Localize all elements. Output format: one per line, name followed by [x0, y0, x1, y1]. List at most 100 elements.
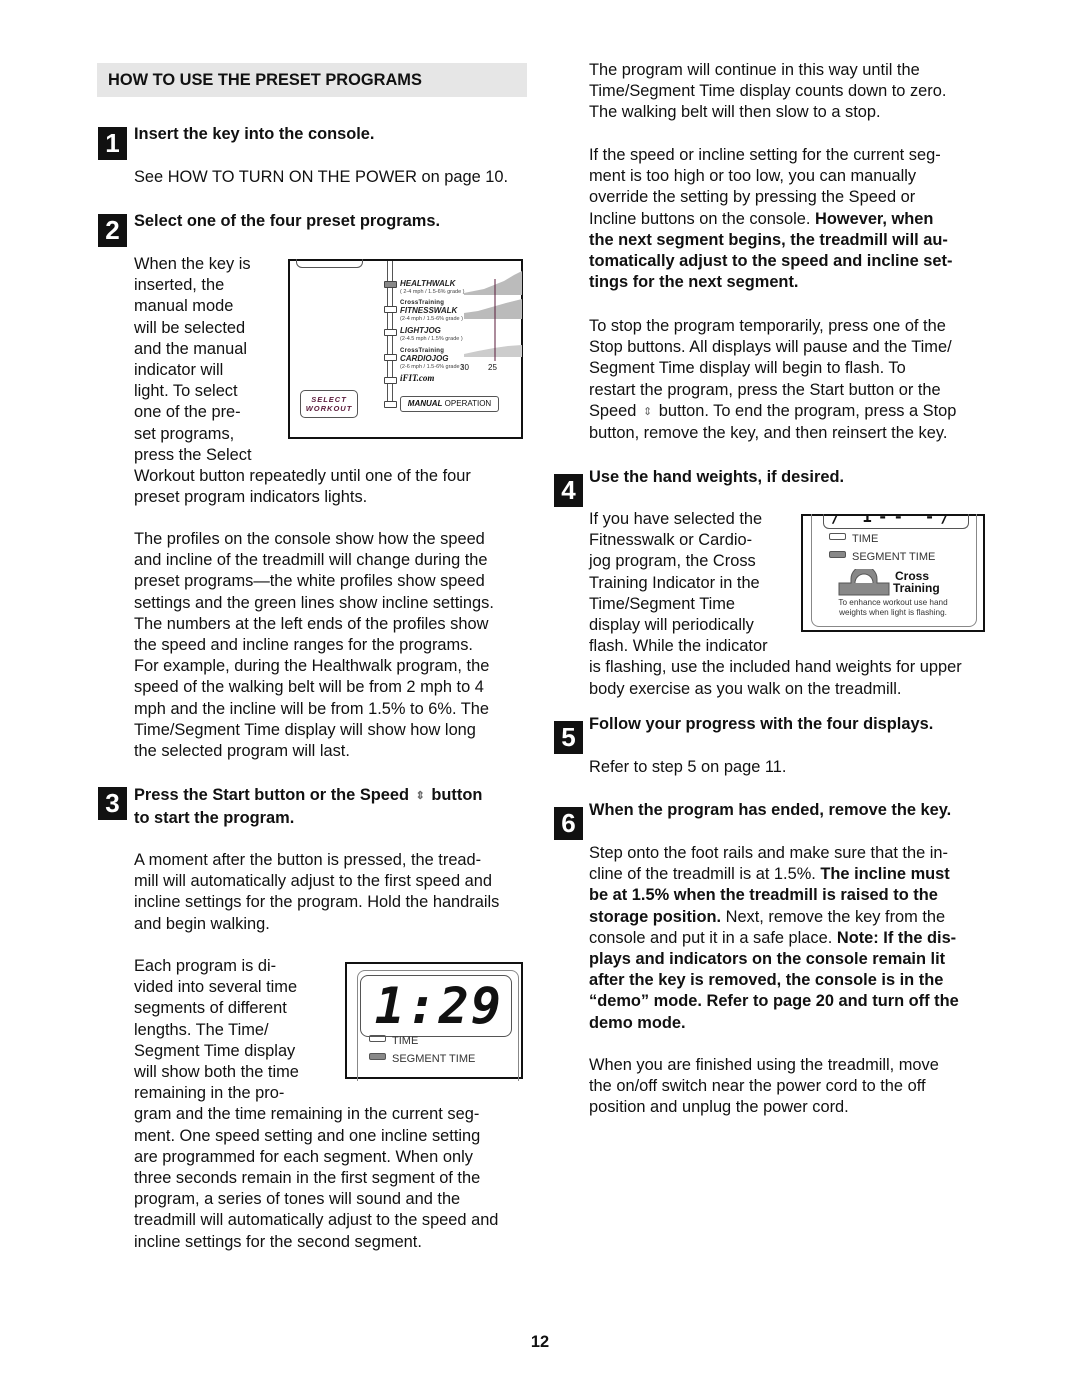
text-line: the on/off switch near the power cord to… [589, 1077, 926, 1096]
text-line: cline of the treadmill is at 1.5%. The i… [589, 864, 959, 885]
step-3-title: Press the Start button or the Speed ⇕ bu… [134, 785, 482, 829]
select-workout-button[interactable]: SELECT WORKOUT [300, 390, 358, 418]
title-text: Press the Start button or the Speed [134, 786, 410, 804]
axis-label-25: 25 [488, 363, 497, 372]
workout-label: WORKOUT [305, 404, 353, 413]
text-line: Step onto the foot rails and make sure t… [589, 843, 959, 864]
text-line: console and put it in a safe place. Note… [589, 928, 959, 949]
program-range: ( 2-4 mph / 1.5-6% grade ) [400, 289, 465, 295]
manual-operation-label: MANUAL OPERATION [400, 396, 499, 412]
text-line: treadmill will automatically adjust to t… [134, 1211, 499, 1230]
cardiojog-profile [464, 345, 522, 357]
text-line: Time/Segment Time display will show how … [134, 720, 476, 739]
section-title: HOW TO USE THE PRESET PROGRAMS [108, 71, 422, 89]
note-line: weights when light is flashing. [839, 608, 947, 617]
section-header: HOW TO USE THE PRESET PROGRAMS [97, 63, 527, 97]
lcd-display: 1:29 [360, 975, 512, 1037]
hand-weight-icon [838, 569, 890, 596]
console-program-figure: HEALTHWALK ( 2-4 mph / 1.5-6% grade ) Cr… [288, 259, 523, 439]
text-line: The profiles on the console show how the… [134, 530, 485, 548]
text-line: If the speed or incline setting for the … [589, 146, 941, 164]
text-line: after the key is removed, the console is… [589, 970, 959, 991]
text-span: be at 1.5% when the treadmill is raised … [589, 886, 938, 905]
text-line: is flashing, use the included hand weigh… [589, 658, 962, 677]
text-line: preset program indicators lights. [134, 488, 368, 507]
text-line: restart the program, press the Start but… [589, 380, 941, 399]
text-line: mill will automatically adjust to the fi… [134, 872, 493, 891]
text-span: “demo” mode. Refer to page 20 and turn o… [589, 992, 959, 1011]
indicator-light [369, 1035, 386, 1042]
step-5-title: Follow your progress with the four displ… [589, 715, 934, 733]
text-line: Stop buttons. All displays will pause an… [589, 338, 952, 357]
indicator-light [829, 533, 846, 540]
text-line: and incline of the treadmill will change… [134, 551, 488, 570]
text-line: settings and the green lines show inclin… [134, 593, 494, 612]
text-line: tings for the next segment. [589, 273, 799, 292]
axis-label-30: 30 [460, 363, 469, 372]
text-line: body exercise as you walk on the treadmi… [589, 679, 902, 698]
text-line: Workout button repeatedly until one of t… [134, 467, 471, 486]
text-line: and begin walking. [134, 914, 270, 933]
text-line: override the setting by pressing the Spe… [589, 188, 916, 207]
right-paragraph-3: To stop the program temporarily, press o… [589, 316, 956, 444]
step-2-paragraph-2: The profiles on the console show how the… [134, 529, 494, 762]
title-text: to start the program. [134, 808, 295, 827]
step-number-3: 3 [98, 787, 127, 820]
program-healthwalk: HEALTHWALK ( 2-4 mph / 1.5-6% grade ) [400, 280, 465, 296]
program-range: (2-4.5 mph / 1.5% grade ) [400, 336, 463, 342]
segment-time-indicator: SEGMENT TIME [829, 551, 935, 563]
text-line: Time/Segment Time display counts down to… [589, 82, 947, 101]
step-6-body: Step onto the foot rails and make sure t… [589, 843, 959, 1034]
manual-indicator [384, 401, 397, 408]
program-range: (2-4 mph / 1.5-6% grade ) [400, 316, 463, 322]
text-line: speed of the walking belt will be from 2… [134, 678, 484, 697]
text-line: program, a series of tones will sound an… [134, 1190, 461, 1209]
time-indicator: TIME [369, 1035, 418, 1047]
text-line: demo mode. [589, 1013, 959, 1034]
text-span: plays and indicators on the console rema… [589, 950, 946, 969]
text-line: For example, during the Healthwalk progr… [134, 657, 490, 676]
program-name: CARDIOJOG [400, 354, 449, 363]
text-span: Incline buttons on the console. [589, 209, 815, 228]
manual-text: MANUAL [407, 399, 443, 408]
text-span: Note: If the dis- [836, 928, 957, 947]
text-line: storage position. Next, remove the key f… [589, 907, 959, 928]
step-number-5: 5 [554, 721, 583, 754]
text-line: the speed and incline ranges for the pro… [134, 636, 473, 655]
lightjog-indicator [384, 329, 397, 336]
text-line: A moment after the button is pressed, th… [134, 851, 482, 869]
program-name: FITNESSWALK [400, 306, 458, 315]
text-line: press the Select [134, 445, 252, 464]
text-span: Speed [589, 401, 637, 420]
cross-training-figure: / 1-- -/ TIME SEGMENT TIME Cross Trainin… [801, 514, 985, 632]
step-3-paragraph-1: A moment after the button is pressed, th… [134, 850, 499, 935]
text-span: after the key is removed, the console is… [589, 971, 944, 990]
text-line: flash. While the indicator [589, 637, 768, 656]
program-lightjog: LIGHTJOG (2-4.5 mph / 1.5% grade ) [400, 327, 463, 343]
program-range: (2-6 mph / 1.5-6% grade ) [400, 364, 463, 370]
program-name: HEALTHWALK [400, 279, 456, 288]
title-text: button [431, 786, 483, 804]
text-span: cline of the treadmill is at 1.5%. [589, 865, 821, 884]
operation-text: OPERATION [442, 399, 492, 408]
time-display-figure: 1:29 TIME SEGMENT TIME [345, 962, 523, 1081]
segment-time-label: SEGMENT TIME [392, 1053, 476, 1065]
text-line: When you are finished using the treadmil… [589, 1056, 939, 1074]
text-span: Step onto the foot rails and make sure t… [589, 844, 948, 862]
indicator-light [829, 551, 846, 558]
select-label: SELECT [311, 395, 347, 404]
text-span: storage position. [589, 907, 722, 926]
time-label: TIME [392, 1035, 419, 1047]
segment-time-indicator: SEGMENT TIME [369, 1053, 475, 1065]
text-line: To stop the program temporarily, press o… [589, 317, 946, 335]
right-paragraph-2: If the speed or incline setting for the … [589, 145, 952, 293]
text-line: are programmed for each segment. When on… [134, 1147, 473, 1166]
text-line: remaining in the pro- [134, 1084, 285, 1103]
text-line: The program will continue in this way un… [589, 61, 920, 79]
text-line: ment is too high or too low, you can man… [589, 167, 917, 186]
text-span: The incline must [820, 865, 950, 884]
step-number-1: 1 [98, 127, 127, 160]
page-number: 12 [530, 1333, 550, 1351]
cross-training-label: Cross Training [893, 570, 940, 594]
text-line: tomatically adjust to the speed and incl… [589, 252, 953, 271]
